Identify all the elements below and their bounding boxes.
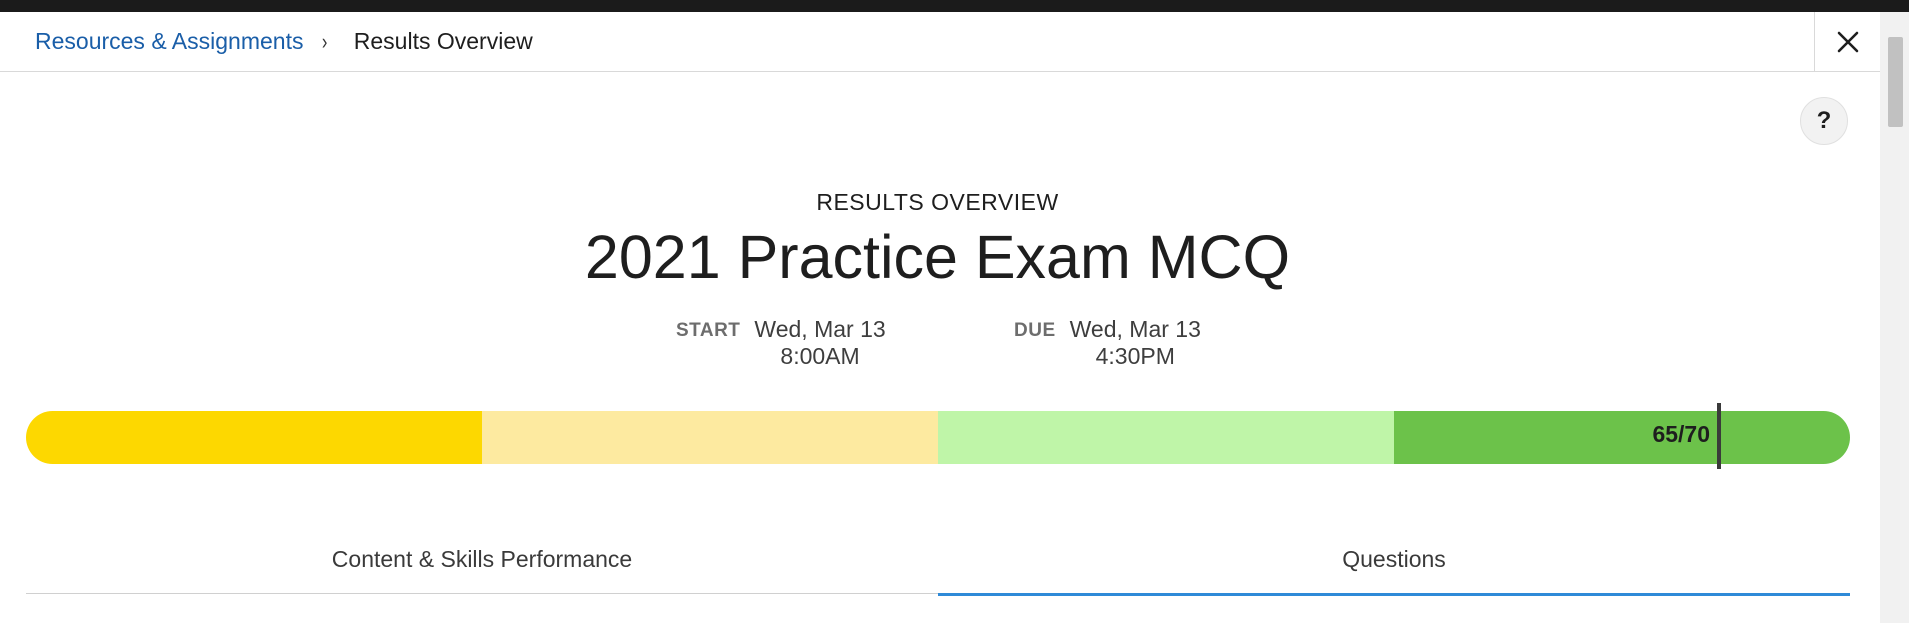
chevron-right-icon: ›	[322, 28, 328, 54]
due-date: Wed, Mar 13	[1069, 316, 1201, 342]
vertical-scrollbar[interactable]	[1880, 12, 1909, 623]
page-overline: RESULTS OVERVIEW	[816, 189, 1059, 215]
start-date: Wed, Mar 13	[754, 316, 886, 342]
help-icon: ?	[1816, 107, 1832, 134]
due-label: DUE	[1014, 320, 1056, 341]
scrollbar-thumb[interactable]	[1888, 37, 1903, 127]
close-icon	[1837, 31, 1858, 52]
score-marker	[1717, 403, 1721, 469]
tab-questions[interactable]: Questions	[938, 525, 1850, 596]
due-time: 4:30PM	[1095, 343, 1175, 369]
breadcrumb-link-resources[interactable]: Resources & Assignments	[35, 28, 303, 55]
breadcrumb-current: Results Overview	[353, 28, 533, 54]
page-title: 2021 Practice Exam MCQ	[584, 223, 1291, 291]
start-label: START	[676, 320, 741, 341]
help-button[interactable]: ?	[1800, 97, 1848, 145]
top-dark-strip	[0, 0, 1909, 12]
score-label: 65/70	[1652, 421, 1710, 447]
start-date-block: START Wed, Mar 13 8:00AM	[676, 316, 886, 370]
close-button[interactable]	[1814, 12, 1880, 71]
tab-content-skills-performance[interactable]: Content & Skills Performance	[26, 525, 938, 594]
start-time: 8:00AM	[780, 343, 860, 369]
score-band-3	[938, 411, 1394, 464]
results-tabs: Content & Skills Performance Questions	[26, 525, 1850, 596]
breadcrumb: Resources & Assignments › Results Overvi…	[35, 12, 533, 71]
due-date-block: DUE Wed, Mar 13 4:30PM	[1014, 316, 1201, 370]
score-band-1	[26, 411, 482, 464]
score-bar	[26, 411, 1850, 464]
score-band-2	[482, 411, 938, 464]
header-bar: Resources & Assignments › Results Overvi…	[0, 12, 1880, 72]
